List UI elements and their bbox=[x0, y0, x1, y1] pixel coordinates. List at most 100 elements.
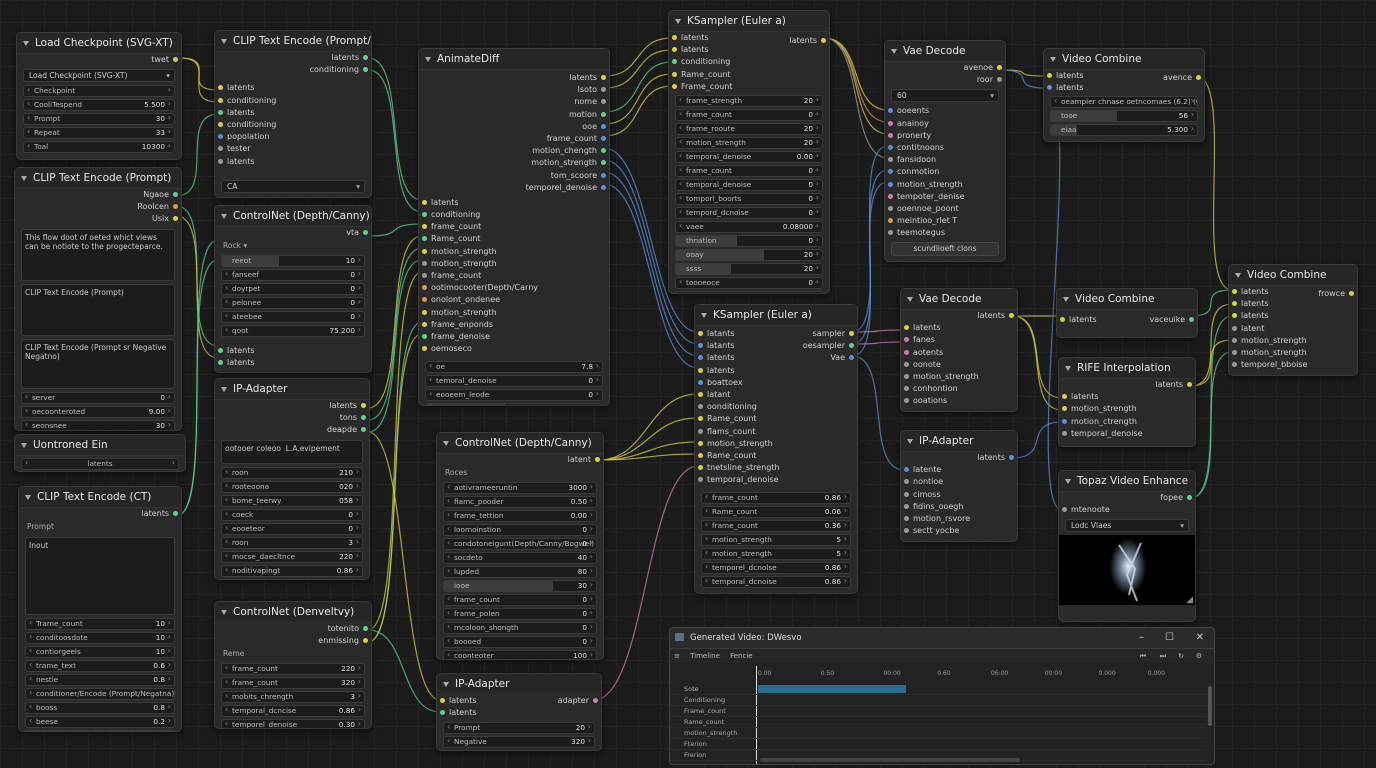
collapse-icon[interactable] bbox=[21, 175, 27, 181]
widget[interactable]: trame_text0.6 bbox=[25, 660, 175, 673]
input-slot[interactable]: latents bbox=[695, 352, 857, 364]
widget[interactable]: mcoloon_shongth0 bbox=[443, 622, 597, 635]
input-slot[interactable]: temporel_bboise bbox=[1229, 359, 1357, 371]
widget[interactable]: boooed0 bbox=[443, 636, 597, 649]
widget[interactable]: toooeoce0 bbox=[675, 276, 823, 289]
widget[interactable]: tenpord_teanis20 bbox=[675, 290, 823, 293]
video-preview[interactable]: ◢ bbox=[1059, 535, 1195, 606]
track-row[interactable]: Sote bbox=[670, 684, 1206, 695]
widget[interactable]: booss0.8 bbox=[25, 702, 175, 715]
widget[interactable]: roon210 bbox=[221, 466, 363, 479]
input-slot[interactable]: aotents bbox=[901, 347, 1017, 359]
horizontal-scrollbar[interactable] bbox=[760, 758, 1020, 762]
widget[interactable]: somb0 bbox=[25, 730, 175, 731]
input-slot[interactable]: latents bbox=[1229, 310, 1357, 322]
node-title[interactable]: KSampler (Euler a) bbox=[695, 305, 857, 326]
output-slot[interactable]: temporel_denoise bbox=[419, 182, 609, 194]
input-slot[interactable]: latents bbox=[215, 156, 371, 168]
input-slot[interactable]: conhontion bbox=[901, 383, 1017, 395]
output-slot[interactable]: latents bbox=[215, 400, 369, 412]
output-slot[interactable]: latent bbox=[437, 454, 603, 466]
input-slot[interactable]: conmotion bbox=[885, 166, 1005, 178]
widget[interactable]: conditoosdote10 bbox=[25, 632, 175, 645]
widget-cooltespend[interactable]: CooliTespend5.500 bbox=[23, 99, 175, 112]
input-slot[interactable]: frame_denoise bbox=[419, 331, 609, 343]
input-slot[interactable]: frame_count bbox=[419, 221, 609, 233]
input-slot[interactable]: latents bbox=[1229, 298, 1357, 310]
widget-repeat[interactable]: Repeat33 bbox=[23, 127, 175, 140]
timeline-ruler[interactable]: 0.00 0.50 00:00 0.60 06:00 00:00 0.000 0… bbox=[758, 670, 1206, 680]
output-slot[interactable]: fopee bbox=[1059, 492, 1195, 504]
node-video-combine-3[interactable]: Video Combine frowce latents latents lat… bbox=[1228, 264, 1358, 376]
collapse-icon[interactable] bbox=[221, 386, 227, 392]
node-video-combine-2[interactable]: Video Combine latents vaceuike bbox=[1056, 288, 1198, 338]
widget[interactable]: mocse_daecltnce220 bbox=[221, 550, 363, 563]
text-field[interactable]: CA bbox=[221, 179, 365, 193]
widget[interactable]: frame_tettion0.00 bbox=[443, 510, 597, 523]
widget[interactable]: frame_count0.86 bbox=[701, 492, 851, 505]
widget[interactable]: temoral_denoise0 bbox=[425, 375, 603, 388]
collapse-icon[interactable] bbox=[907, 296, 913, 302]
input-slot[interactable]: anainoy bbox=[885, 118, 1005, 130]
input-slot[interactable]: latente bbox=[901, 464, 1017, 476]
input-slot[interactable]: latents bbox=[215, 357, 371, 369]
collapse-icon[interactable] bbox=[891, 48, 897, 54]
collapse-icon[interactable] bbox=[1235, 272, 1241, 278]
widget[interactable]: motion_strength20 bbox=[675, 136, 823, 149]
input-slot[interactable]: motion_ctrength bbox=[1059, 416, 1195, 428]
prev-icon[interactable]: ⏮ bbox=[1140, 649, 1146, 663]
node-title[interactable]: ControlNet (Denveltvy) bbox=[215, 602, 371, 623]
node-title[interactable]: KSampler (Euler a) bbox=[669, 11, 829, 32]
input-slot[interactable]: temporal_denoise bbox=[1059, 428, 1195, 440]
widget-prompt[interactable]: Prompt30 bbox=[23, 113, 175, 126]
widget[interactable]: motion_strength5 bbox=[701, 548, 851, 561]
widget[interactable]: condotoneigunt(Depth/Canny/Bogwel)0 bbox=[443, 538, 597, 551]
input-slot[interactable]: ooennoe_poont bbox=[885, 203, 1005, 215]
widget[interactable]: oe7.8 bbox=[425, 361, 603, 374]
input-slot[interactable]: Frame_count bbox=[669, 81, 829, 93]
node-title[interactable]: AnimateDiff bbox=[419, 49, 609, 70]
input-slot[interactable]: oemoseco bbox=[419, 343, 609, 355]
node-title[interactable]: RIFE Interpolation bbox=[1059, 358, 1195, 379]
input-slot[interactable]: motion_strength bbox=[419, 246, 609, 258]
node-title[interactable]: Load Checkpoint (SVG-XT) bbox=[17, 33, 181, 54]
collapse-icon[interactable] bbox=[23, 40, 29, 46]
output-slot[interactable]: avenoe bbox=[885, 62, 1005, 74]
widget-oecoonteroted[interactable]: oecoonteroted9.00 bbox=[21, 405, 175, 418]
input-slot[interactable]: latents bbox=[901, 322, 1017, 334]
widget[interactable]: temporal_denoise0 bbox=[675, 178, 823, 191]
output-slot[interactable]: totenito bbox=[215, 623, 371, 635]
output-slot[interactable]: nome bbox=[419, 96, 609, 108]
input-slot[interactable]: conditioning bbox=[215, 119, 371, 131]
node-load-checkpoint[interactable]: Load Checkpoint (SVG-XT) twet Load Check… bbox=[16, 32, 182, 160]
widget[interactable]: ooay20 bbox=[675, 248, 823, 261]
input-slot[interactable]: conditioning bbox=[419, 209, 609, 221]
node-clip-text-encode-ct[interactable]: CLIP Text Encode (CT) latents Prompt Ino… bbox=[18, 486, 182, 732]
input-slot[interactable]: tnetsline_strength bbox=[695, 462, 857, 474]
widget[interactable]: eooeeeeee7620 bbox=[425, 403, 603, 405]
output-slot[interactable]: Usix bbox=[15, 213, 181, 225]
input-slot[interactable]: Rame_count bbox=[419, 233, 609, 245]
widget[interactable]: rooteoona020 bbox=[221, 480, 363, 493]
input-slot[interactable]: cimoss bbox=[901, 489, 1017, 501]
input-slot[interactable]: motion_strength bbox=[1059, 403, 1195, 415]
input-slot[interactable]: oonote bbox=[901, 359, 1017, 371]
widget[interactable]: tempord_dcnoise0 bbox=[675, 206, 823, 219]
widget[interactable]: coeck0 bbox=[221, 508, 363, 521]
input-slot[interactable]: conditioning bbox=[215, 95, 371, 107]
widget[interactable]: eiaa5.300 bbox=[1050, 124, 1198, 137]
vertical-scrollbar[interactable] bbox=[1208, 686, 1212, 726]
input-slot[interactable]: latents bbox=[1044, 82, 1204, 94]
widget-server[interactable]: server0 bbox=[21, 391, 175, 404]
output-slot[interactable]: Ngaoe bbox=[15, 189, 181, 201]
input-slot[interactable]: motion_strength bbox=[885, 179, 1005, 191]
output-slot[interactable]: latents bbox=[901, 310, 1017, 322]
expand-arrow-icon[interactable]: ⌄ bbox=[695, 590, 857, 593]
node-title[interactable]: ControlNet (Depth/Canny) bbox=[215, 206, 371, 227]
node-video-combine[interactable]: Video Combine avence latents latents oea… bbox=[1043, 48, 1205, 142]
node-title[interactable]: Vae Decode bbox=[901, 289, 1017, 310]
input-slot[interactable]: temporal_denoise bbox=[695, 474, 857, 486]
node-title[interactable]: IP-Adapter bbox=[901, 431, 1017, 452]
widget[interactable]: lupded80 bbox=[443, 566, 597, 579]
output-slot[interactable]: vaceuike bbox=[1115, 314, 1197, 326]
